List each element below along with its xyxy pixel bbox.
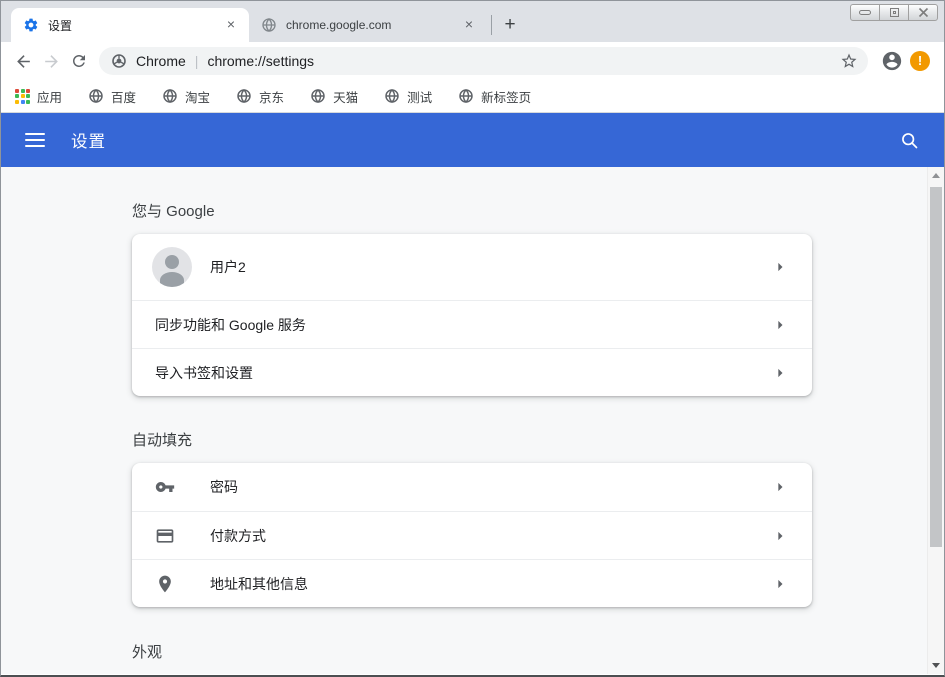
settings-content: 您与 Google 用户2 同步功能和 Google 服务 导入书签和设置 自动… (1, 167, 944, 674)
key-icon (155, 477, 175, 497)
tab-separator (491, 15, 492, 35)
chevron-right-icon (770, 257, 790, 277)
reload-icon (70, 52, 88, 70)
globe-icon (261, 17, 277, 33)
chevron-right-icon (770, 315, 790, 335)
scroll-down-button[interactable] (928, 657, 944, 674)
bookmark-item[interactable]: 百度 (88, 87, 136, 106)
chevron-right-icon (770, 574, 790, 594)
globe-icon (88, 88, 104, 104)
minimize-button[interactable] (850, 4, 880, 21)
row-sync-google-services[interactable]: 同步功能和 Google 服务 (132, 300, 812, 348)
gear-icon (23, 17, 39, 33)
tab-chrome-google[interactable]: chrome.google.com × (249, 8, 487, 42)
globe-icon (236, 88, 252, 104)
row-passwords[interactable]: 密码 (132, 463, 812, 511)
search-icon (899, 130, 920, 151)
close-button[interactable] (908, 4, 938, 21)
card-you-and-google: 用户2 同步功能和 Google 服务 导入书签和设置 (132, 234, 812, 396)
chevron-right-icon (770, 526, 790, 546)
chrome-icon (111, 53, 127, 69)
tab-close-icon[interactable]: × (461, 17, 477, 33)
menu-button[interactable] (25, 133, 45, 147)
bookmark-label: 应用 (37, 87, 62, 106)
bookmark-label: 淘宝 (185, 87, 210, 106)
profile-button[interactable] (881, 50, 903, 72)
globe-icon (162, 88, 178, 104)
row-label: 付款方式 (210, 526, 266, 546)
url-text[interactable]: chrome://settings (207, 53, 840, 69)
row-import-bookmarks[interactable]: 导入书签和设置 (132, 348, 812, 396)
close-icon (918, 7, 929, 18)
window-controls (851, 4, 938, 21)
back-icon (14, 52, 33, 71)
tab-settings[interactable]: 设置 × (11, 8, 249, 42)
card-autofill: 密码 付款方式 地址和其他信息 (132, 463, 812, 607)
profile-icon (881, 50, 903, 72)
bookmark-item[interactable]: 京东 (236, 87, 284, 106)
tab-label: 设置 (48, 17, 217, 34)
bookmark-label: 天猫 (333, 87, 358, 106)
chevron-right-icon (770, 363, 790, 383)
row-user-profile[interactable]: 用户2 (132, 234, 812, 300)
row-label: 密码 (210, 477, 238, 497)
settings-header: 设置 (1, 113, 944, 167)
reload-button[interactable] (65, 47, 93, 75)
site-name: Chrome (136, 53, 186, 69)
browser-window: 设置 × chrome.google.com × + Chrome | c (0, 0, 945, 677)
bookmarks-bar: 应用 百度 淘宝 京东 天猫 测试 新标签页 (1, 80, 944, 113)
chevron-right-icon (770, 477, 790, 497)
globe-icon (310, 88, 326, 104)
section-heading-appearance: 外观 (132, 641, 812, 662)
row-addresses[interactable]: 地址和其他信息 (132, 559, 812, 607)
bookmark-item[interactable]: 天猫 (310, 87, 358, 106)
apps-grid-icon (15, 89, 30, 104)
url-separator: | (195, 53, 199, 69)
bookmark-item[interactable]: 测试 (384, 87, 432, 106)
bookmark-item[interactable]: 淘宝 (162, 87, 210, 106)
tab-close-icon[interactable]: × (223, 17, 239, 33)
forward-icon (42, 52, 61, 71)
globe-icon (384, 88, 400, 104)
search-button[interactable] (899, 130, 920, 151)
bookmark-label: 百度 (111, 87, 136, 106)
forward-button[interactable] (37, 47, 65, 75)
tab-strip: 设置 × chrome.google.com × + (1, 1, 944, 42)
bookmark-label: 测试 (407, 87, 432, 106)
location-pin-icon (155, 574, 175, 594)
maximize-icon (890, 8, 899, 17)
address-bar[interactable]: Chrome | chrome://settings (99, 47, 868, 75)
bookmark-label: 京东 (259, 87, 284, 106)
minimize-icon (859, 10, 871, 15)
row-label: 同步功能和 Google 服务 (155, 315, 306, 335)
bookmark-star-button[interactable] (840, 52, 858, 70)
update-menu-button[interactable]: ! (910, 51, 930, 71)
credit-card-icon (155, 526, 175, 546)
tabs: 设置 × chrome.google.com × + (1, 1, 944, 42)
bookmark-item[interactable]: 新标签页 (458, 87, 531, 106)
scrollbar-thumb[interactable] (930, 187, 942, 547)
vertical-scrollbar[interactable] (927, 167, 944, 674)
star-icon (840, 52, 858, 70)
toolbar: Chrome | chrome://settings ! (1, 42, 944, 80)
section-heading-you-and-google: 您与 Google (132, 200, 812, 221)
triangle-up-icon (932, 173, 940, 178)
row-payment-methods[interactable]: 付款方式 (132, 511, 812, 559)
tab-label: chrome.google.com (286, 18, 455, 32)
user-avatar-icon (152, 247, 192, 287)
bookmark-label: 新标签页 (481, 87, 531, 106)
maximize-button[interactable] (879, 4, 909, 21)
triangle-down-icon (932, 663, 940, 668)
section-heading-autofill: 自动填充 (132, 429, 812, 450)
globe-icon (458, 88, 474, 104)
row-label: 导入书签和设置 (155, 363, 253, 383)
new-tab-button[interactable]: + (496, 11, 524, 39)
back-button[interactable] (9, 47, 37, 75)
settings-title: 设置 (71, 128, 106, 152)
row-label: 地址和其他信息 (210, 574, 308, 594)
scroll-up-button[interactable] (928, 167, 944, 184)
bookmark-apps[interactable]: 应用 (15, 87, 62, 106)
row-label: 用户2 (210, 257, 246, 277)
